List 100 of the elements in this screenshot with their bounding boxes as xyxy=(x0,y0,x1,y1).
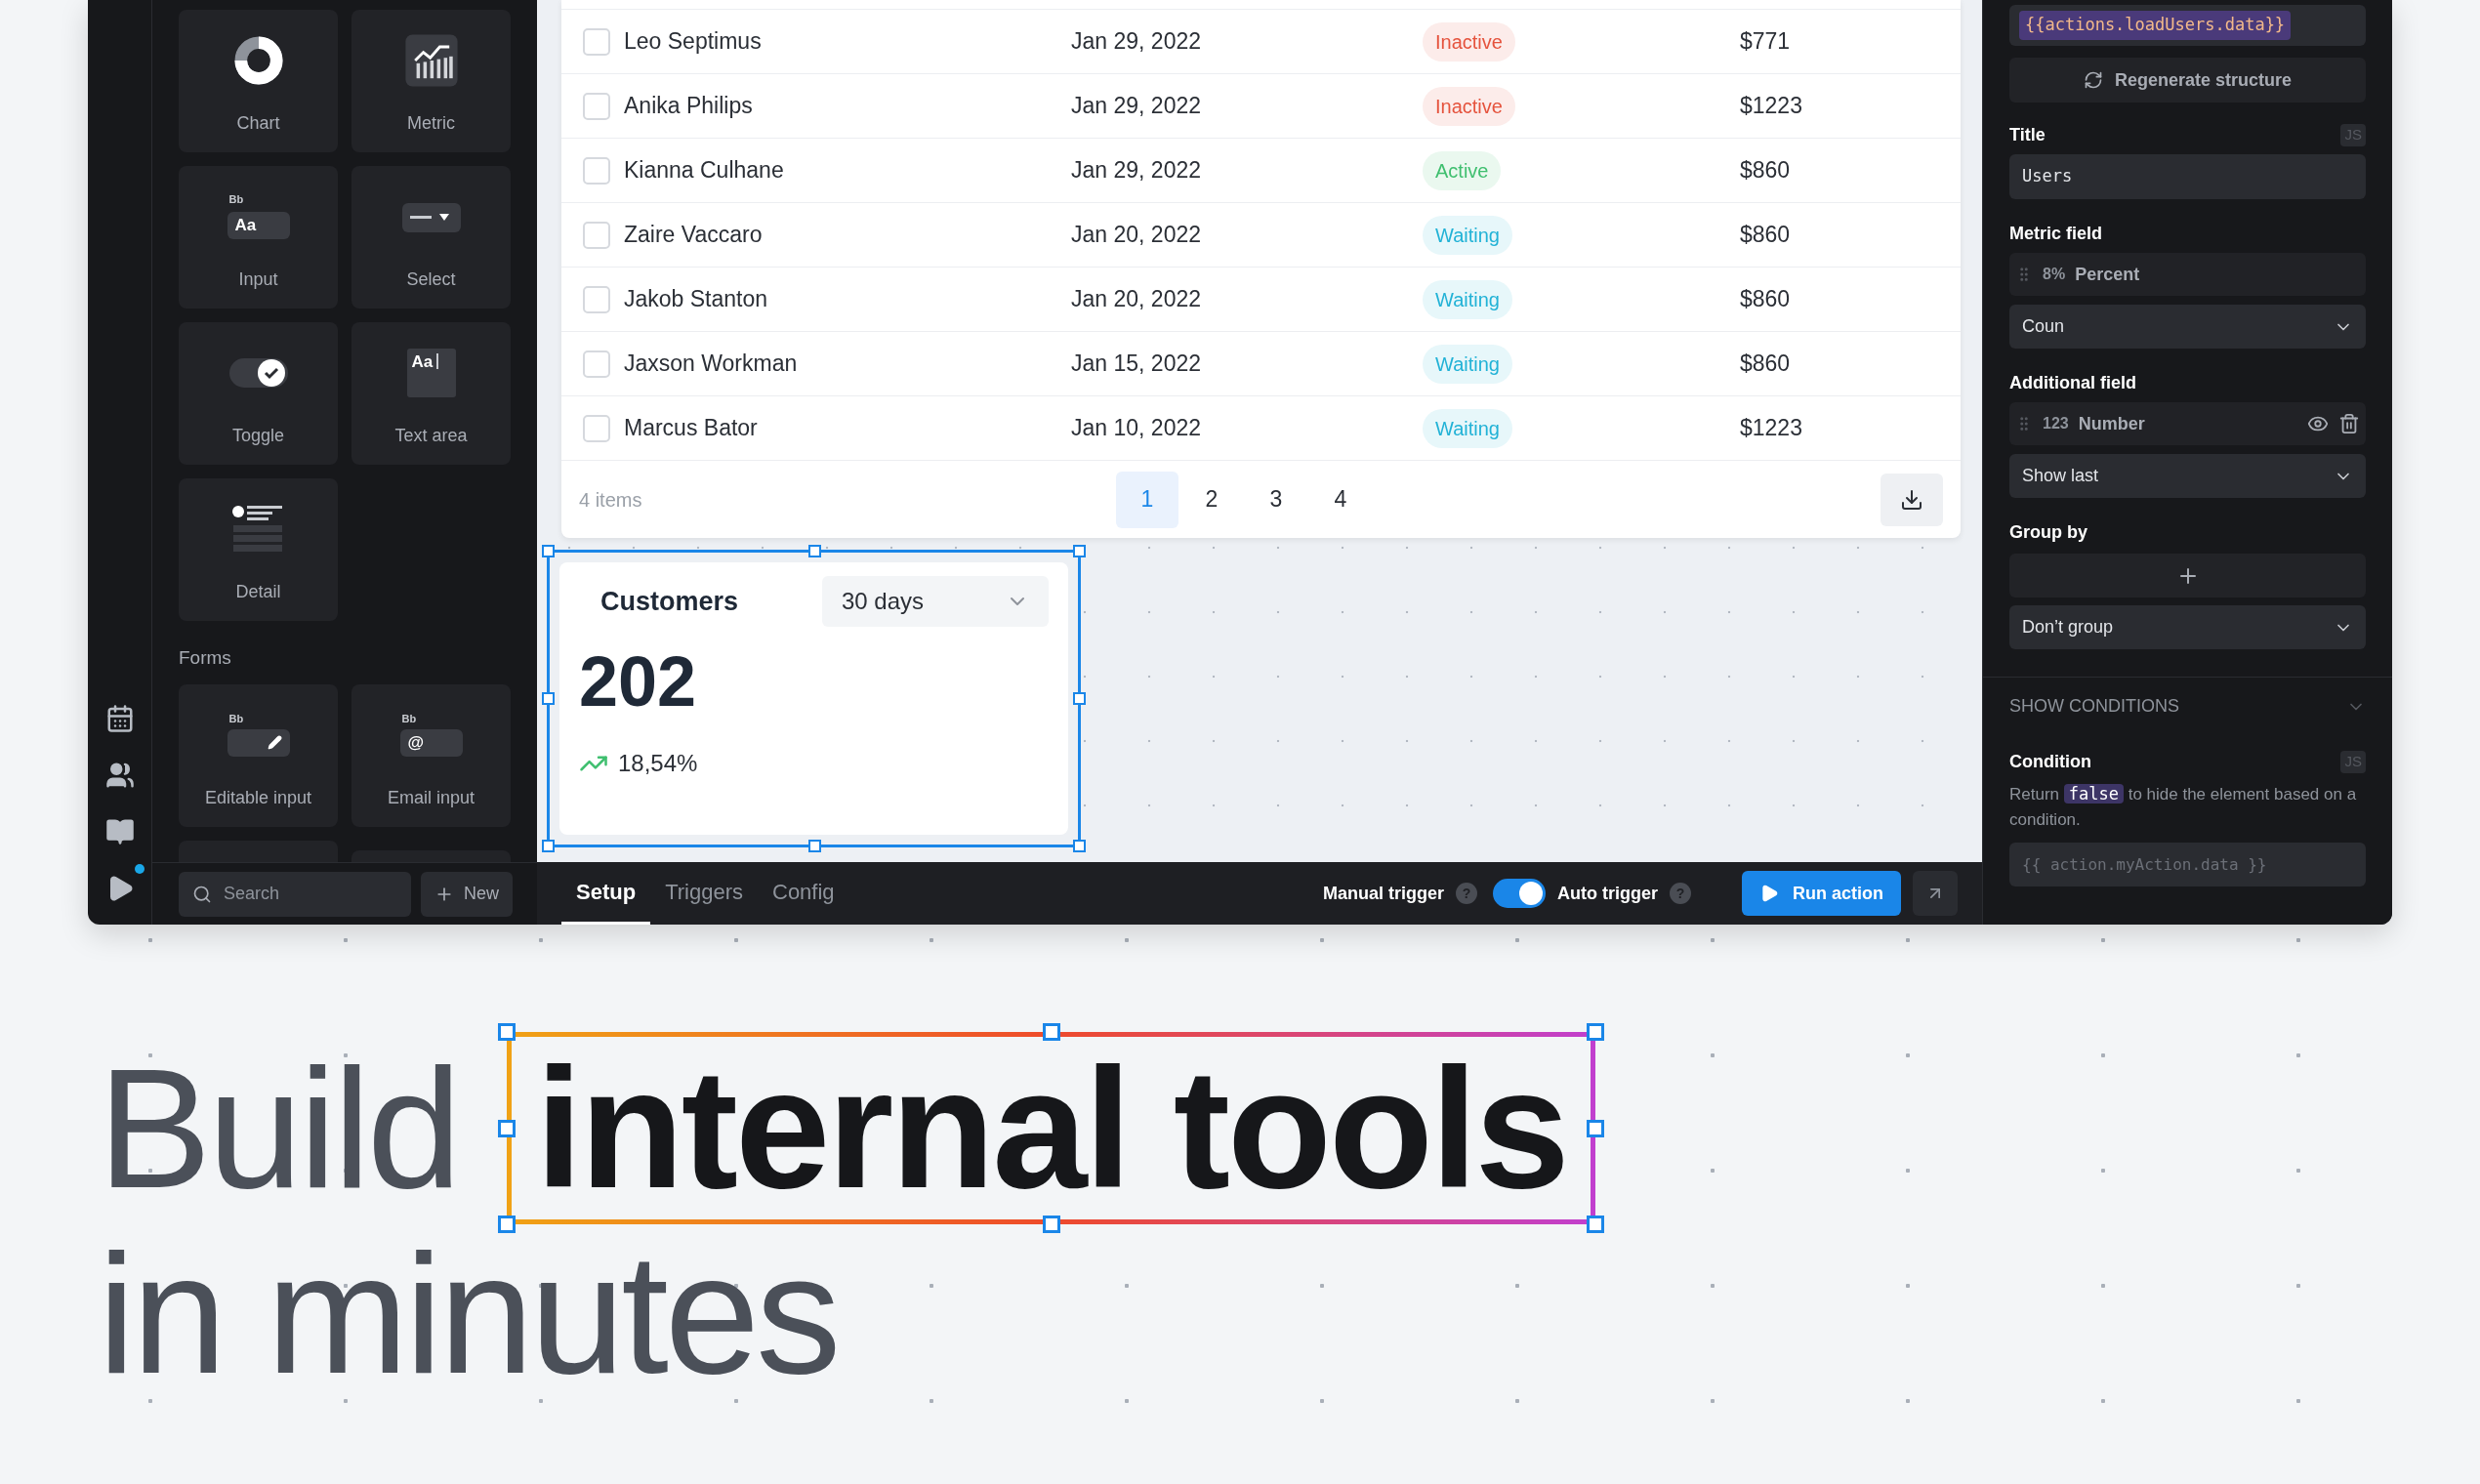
resize-handle[interactable] xyxy=(1073,840,1086,852)
calendar-icon[interactable] xyxy=(104,704,135,733)
type-label: 123 xyxy=(2043,414,2069,433)
status-badge: Waiting xyxy=(1423,344,1512,384)
status-badge: Inactive xyxy=(1423,21,1515,62)
checkbox[interactable] xyxy=(583,350,610,378)
resize-handle[interactable] xyxy=(1073,692,1086,705)
dropdown[interactable]: Show last xyxy=(2009,454,2366,498)
section-toggle[interactable]: SHOW CONDITIONS xyxy=(2009,693,2366,720)
status-badge: Waiting xyxy=(1423,408,1512,448)
resize-handle[interactable] xyxy=(1042,1023,1060,1041)
code-field[interactable]: {{actions.loadUsers.data}} xyxy=(2009,5,2366,46)
component-tile[interactable]: Bb Editable input xyxy=(179,683,338,827)
component-tile[interactable]: Bb Aa Input xyxy=(179,166,338,309)
field-label: Group by xyxy=(2009,521,2088,544)
tab[interactable]: Triggers xyxy=(650,862,758,925)
toggle-switch[interactable] xyxy=(1493,879,1546,908)
trash-icon[interactable] xyxy=(2338,413,2360,434)
page-button[interactable]: 3 xyxy=(1245,471,1307,528)
table-cell-text: Anika Philips xyxy=(624,92,754,121)
resize-handle[interactable] xyxy=(542,692,555,705)
page-button[interactable]: 2 xyxy=(1180,471,1243,528)
checkbox[interactable] xyxy=(583,414,610,442)
table-cell-text: $1223 xyxy=(1740,92,1802,121)
table-cell-text: $860 xyxy=(1740,350,1791,379)
field-chip[interactable]: 8% Percent xyxy=(2009,253,2366,296)
headline-text: in minutes xyxy=(98,1246,838,1382)
code-token: {{actions.loadUsers.data}} xyxy=(2019,11,2292,40)
field-name: Percent xyxy=(2075,263,2140,286)
table-cell-text: Kianna Culhane xyxy=(624,156,785,186)
table-cell-text: Marcus Bator xyxy=(624,414,759,443)
resize-handle[interactable] xyxy=(542,545,555,557)
title-field[interactable]: Users xyxy=(2009,154,2366,199)
resize-handle[interactable] xyxy=(808,840,821,852)
search-input[interactable]: Search xyxy=(224,881,380,907)
help-text: Return false to hide the element based on a condition. xyxy=(2009,783,2358,831)
component-tile[interactable]: Select xyxy=(351,166,511,309)
component-tile[interactable]: Aa Text area xyxy=(351,322,511,465)
regenerate-button[interactable]: Regenerate structure xyxy=(2009,58,2366,103)
resize-handle[interactable] xyxy=(1042,1216,1060,1233)
tab[interactable]: Setup xyxy=(561,862,651,925)
table-cell-text: Jan 20, 2022 xyxy=(1071,285,1202,314)
resize-handle[interactable] xyxy=(1586,1216,1604,1233)
run-action-button[interactable]: Run action xyxy=(1742,871,1901,916)
book-icon[interactable] xyxy=(104,817,135,846)
help-icon: ? xyxy=(1456,883,1477,904)
search-field[interactable]: Search xyxy=(179,871,411,917)
field-label: Condition xyxy=(2009,751,2091,773)
dropdown[interactable]: Don’t group xyxy=(2009,605,2366,649)
text-area-icon: Aa xyxy=(406,349,456,397)
component-tile[interactable]: Toggle xyxy=(179,322,338,465)
table-cell-text: $771 xyxy=(1740,27,1791,57)
resize-handle[interactable] xyxy=(542,840,555,852)
headline-text: Build xyxy=(98,1043,459,1214)
table-cell-text: $860 xyxy=(1740,221,1791,250)
resize-handle[interactable] xyxy=(1073,545,1086,557)
status-badge: Active xyxy=(1423,150,1502,190)
table-cell-text: Jakob Stanton xyxy=(624,285,769,314)
download-icon xyxy=(1900,487,1923,512)
page-button[interactable]: 4 xyxy=(1309,471,1372,528)
resize-handle[interactable] xyxy=(498,1023,517,1041)
table-cell-text: $1223 xyxy=(1740,414,1802,443)
dropdown[interactable]: Coun xyxy=(2009,305,2366,349)
checkbox[interactable] xyxy=(583,92,610,120)
condition-field[interactable]: {{ action.myAction.data }} xyxy=(2009,843,2366,886)
metric-change: 18,54% xyxy=(618,749,698,778)
resize-handle[interactable] xyxy=(498,1119,517,1137)
new-button[interactable]: New xyxy=(421,871,513,917)
users-icon[interactable] xyxy=(104,761,135,790)
tab[interactable]: Config xyxy=(758,862,849,925)
type-label: 8% xyxy=(2043,265,2066,284)
component-tile[interactable]: Bb @ Email input xyxy=(351,683,511,827)
table-cell-text: Jan 29, 2022 xyxy=(1071,156,1202,186)
component-tile[interactable]: Chart xyxy=(179,10,338,152)
metric-value: 202 xyxy=(579,646,698,717)
status-badge: Waiting xyxy=(1423,279,1512,319)
trigger-label: Auto trigger xyxy=(1557,882,1658,905)
expand-button[interactable] xyxy=(1913,871,1958,916)
period-dropdown[interactable]: 30 days xyxy=(822,576,1049,627)
headline-highlight: internal tools xyxy=(535,1033,1567,1223)
refresh-icon xyxy=(2083,70,2103,90)
field-chip[interactable]: 123 Number xyxy=(2009,402,2366,445)
resize-handle[interactable] xyxy=(498,1216,517,1233)
component-tile[interactable]: Metric xyxy=(351,10,511,152)
field-name: Number xyxy=(2078,412,2145,435)
checkbox[interactable] xyxy=(583,221,610,249)
table-cell-text: Leo Septimus xyxy=(624,27,763,57)
table-cell-text: Jan 10, 2022 xyxy=(1071,414,1202,443)
component-tile[interactable]: Detail xyxy=(179,478,338,621)
table-cell-text: $860 xyxy=(1740,285,1791,314)
table-cell-text: Jan 15, 2022 xyxy=(1071,350,1202,379)
resize-handle[interactable] xyxy=(808,545,821,557)
resize-handle[interactable] xyxy=(1586,1023,1604,1041)
table-cell-text: $860 xyxy=(1740,156,1791,186)
checkbox[interactable] xyxy=(583,156,610,185)
table-cell-text: Jan 29, 2022 xyxy=(1071,92,1202,121)
checkbox[interactable] xyxy=(583,285,610,313)
help-icon: ? xyxy=(1670,883,1691,904)
checkbox[interactable] xyxy=(583,27,610,56)
download-button[interactable] xyxy=(1881,473,1943,526)
